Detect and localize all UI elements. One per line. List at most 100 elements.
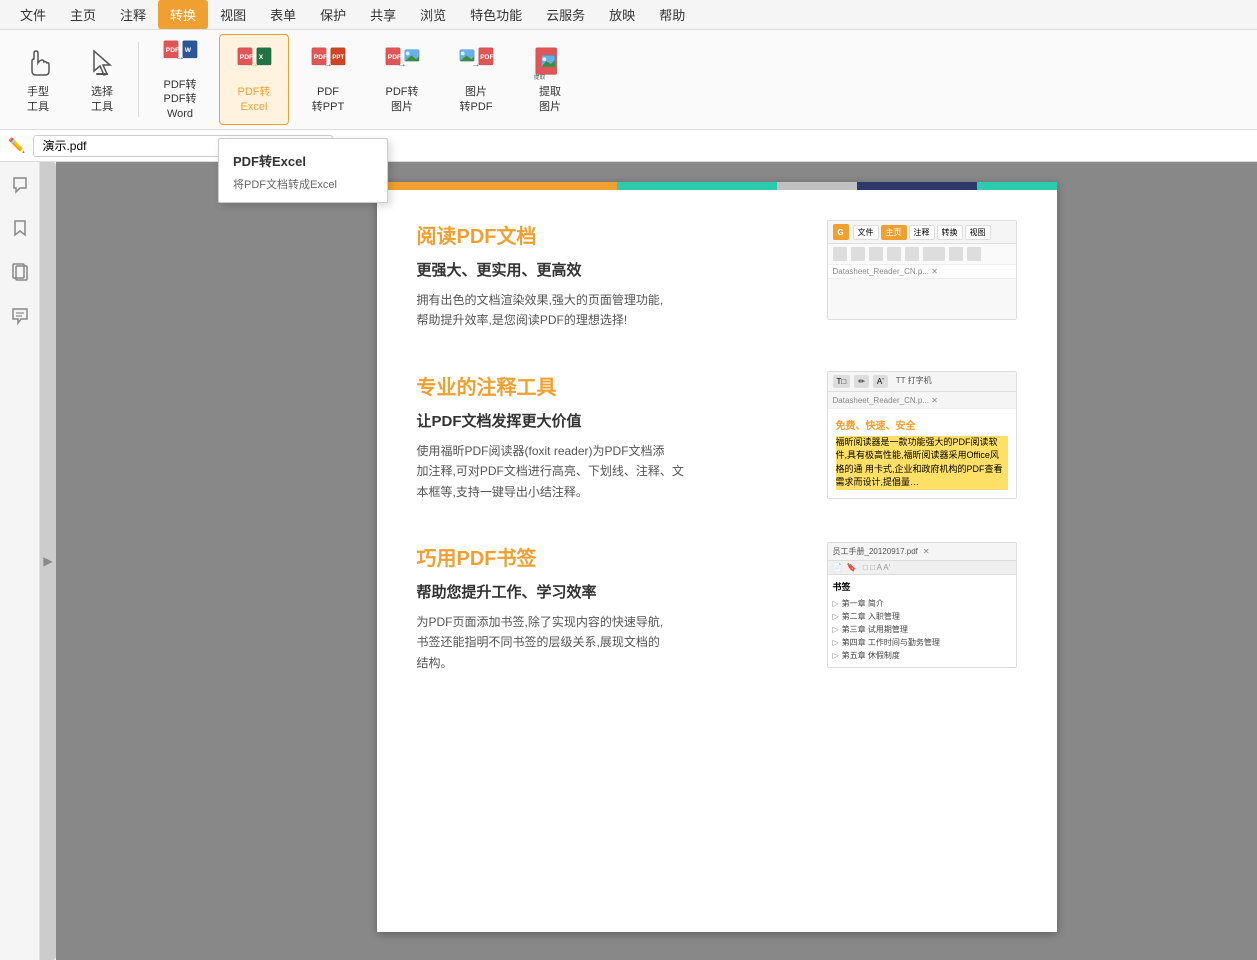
pdf-to-excel-label: PDF转 Excel <box>238 85 271 114</box>
mock-toolbar <box>828 244 1016 265</box>
sidebar-comment-icon[interactable] <box>6 302 34 330</box>
menu-features[interactable]: 特色功能 <box>458 0 534 29</box>
pdf-to-image-label: PDF转 图片 <box>386 85 419 114</box>
bm-label: 书签 <box>833 580 1011 593</box>
mock-tab-file: 文件 <box>853 225 879 240</box>
pdf-to-image-icon: PDF → <box>384 45 420 81</box>
menu-file[interactable]: 文件 <box>8 0 58 29</box>
pdf-section1-text: 阅读PDF文档 更强大、更实用、更高效 拥有出色的文档渲染效果,强大的页面管理功… <box>417 220 797 331</box>
chevron-right-icon: ▶ <box>43 554 52 568</box>
pdf-section-annotate: 专业的注释工具 让PDF文档发挥更大价值 使用福昕PDF阅读器(foxit re… <box>417 371 1017 502</box>
menu-share[interactable]: 共享 <box>358 0 408 29</box>
pdf-section-read: 阅读PDF文档 更强大、更实用、更高效 拥有出色的文档渲染效果,强大的页面管理功… <box>417 220 1017 331</box>
pdf-to-word-button[interactable]: PDF → W PDF转 PDF转 Word <box>145 34 215 125</box>
bm-row-4: ▷ 第四章 工作时间与勤务管理 <box>833 636 1011 649</box>
mock-logo: G <box>833 224 849 240</box>
bm-close: ✕ <box>923 547 930 556</box>
menu-protect[interactable]: 保护 <box>308 0 358 29</box>
menu-help[interactable]: 帮助 <box>647 0 697 29</box>
mock-bookmark-body: 书签 ▷ 第一章 简介 ▷ 第二章 入职管理 ▷ 第三 <box>828 575 1016 667</box>
extract-image-button[interactable]: 提取 提取 图片 <box>515 34 585 125</box>
color-bar-teal <box>617 182 777 190</box>
mock-select-icon <box>851 247 865 261</box>
mock-ui-tabs: 文件 主页 注释 转换 视图 <box>853 225 991 240</box>
pencil-icon: ✏️ <box>8 137 25 154</box>
section3-subtitle: 帮助您提升工作、学习效率 <box>417 581 797 602</box>
extract-image-icon: 提取 <box>532 45 568 81</box>
annot-label: 免费、快速、安全 <box>836 417 1008 432</box>
annot-filename: Datasheet_Reader_CN.p... ✕ <box>833 396 938 405</box>
dropdown-title: PDF转Excel <box>219 147 387 174</box>
bm-arrow-1: ▷ <box>833 599 839 608</box>
color-bar-orange <box>377 182 617 190</box>
sidebar-annotate-icon[interactable] <box>6 170 34 198</box>
dropdown-desc: 将PDF文档转成Excel <box>219 174 387 194</box>
bm-tool-icons: □ □ A A' <box>863 563 890 572</box>
pdf-section3-text: 巧用PDF书签 帮助您提升工作、学习效率 为PDF页面添加书签,除了实现内容的快… <box>417 542 797 673</box>
mock-tab-annotate: 注释 <box>909 225 935 240</box>
section1-subtitle: 更强大、更实用、更高效 <box>417 259 797 280</box>
select-icon <box>84 45 120 81</box>
hand-tool-label: 手型 工具 <box>27 85 49 114</box>
image-to-pdf-icon: → PDF <box>458 45 494 81</box>
section1-title: 阅读PDF文档 <box>417 220 797 249</box>
pdf-to-word-icon: PDF → W <box>162 38 198 74</box>
pdf-main-content: 阅读PDF文档 更强大、更实用、更高效 拥有出色的文档渲染效果,强大的页面管理功… <box>377 190 1057 743</box>
mock-tab-filename: Datasheet_Reader_CN.p... ✕ <box>828 265 1016 279</box>
pdf-to-image-button[interactable]: PDF → PDF转 图片 <box>367 34 437 125</box>
select-tool-button[interactable]: 选择 工具 <box>72 34 132 125</box>
pdf-to-ppt-button[interactable]: PDF → PPT PDF 转PPT <box>293 34 363 125</box>
menu-convert[interactable]: 转换 <box>158 0 208 29</box>
hand-tool-button[interactable]: 手型 工具 <box>8 34 68 125</box>
section2-subtitle: 让PDF文档发挥更大价值 <box>417 410 797 431</box>
sidebar-bookmark-icon[interactable] <box>6 214 34 242</box>
mock-ui-reader: G 文件 主页 注释 转换 视图 <box>827 220 1017 320</box>
mock-icon-row-1 <box>833 247 981 261</box>
image-to-pdf-label: 图片 转PDF <box>460 85 493 114</box>
mock-extra-icon <box>905 247 919 261</box>
menu-slideshow[interactable]: 放映 <box>597 0 647 29</box>
menu-form[interactable]: 表单 <box>258 0 308 29</box>
mock-copy-icon <box>869 247 883 261</box>
bm-tool-icon-1: 📄 <box>833 563 843 572</box>
mock-ui-header: G 文件 主页 注释 转换 视图 <box>828 221 1016 244</box>
menu-cloud[interactable]: 云服务 <box>534 0 597 29</box>
image-to-pdf-button[interactable]: → PDF 图片 转PDF <box>441 34 511 125</box>
bm-tool-icon-2: 🔖 <box>847 563 857 572</box>
annot-highlight-text: 福昕阅读器是一款功能强大的PDF阅读软件,具有极高性能,福昕阅读器采用Offic… <box>836 436 1008 490</box>
svg-text:W: W <box>185 47 192 54</box>
pdf-color-bar <box>377 182 1057 190</box>
bm-item-5: 第五章 休假制度 <box>842 650 900 661</box>
color-bar-gray <box>777 182 857 190</box>
select-tool-label: 选择 工具 <box>91 85 113 114</box>
bm-arrow-3: ▷ <box>833 625 839 634</box>
mock-annot-body: 免费、快速、安全 福昕阅读器是一款功能强大的PDF阅读软件,具有极高性能,福昕阅… <box>828 409 1016 498</box>
pdf-content-area: 阅读PDF文档 更强大、更实用、更高效 拥有出色的文档渲染效果,强大的页面管理功… <box>56 162 1257 960</box>
mock-wide-icon <box>923 247 945 261</box>
bm-item-1: 第一章 简介 <box>842 598 884 609</box>
color-bar-teal2 <box>977 182 1057 190</box>
mock-body <box>828 279 1016 319</box>
collapse-panel-button[interactable]: ▶ <box>40 162 56 960</box>
annot-btn-2: ✏ <box>854 375 869 388</box>
bm-item-3: 第三章 试用期管理 <box>842 624 908 635</box>
mock-annotation-ui: T□ ✏ A' TT 打字机 Datasheet_Reader_CN.p... … <box>827 371 1017 499</box>
section3-title: 巧用PDF书签 <box>417 542 797 571</box>
bm-row-5: ▷ 第五章 休假制度 <box>833 649 1011 662</box>
dropdown-tooltip: PDF转Excel 将PDF文档转成Excel <box>218 138 388 203</box>
svg-text:PDF: PDF <box>480 54 493 61</box>
bm-arrow-5: ▷ <box>833 651 839 660</box>
svg-text:PPT: PPT <box>332 54 344 61</box>
sidebar-pages-icon[interactable] <box>6 258 34 286</box>
bm-row-3: ▷ 第三章 试用期管理 <box>833 623 1011 636</box>
mock-hand-icon <box>833 247 847 261</box>
bm-row-2: ▷ 第二章 入职管理 <box>833 610 1011 623</box>
menu-view[interactable]: 视图 <box>208 0 258 29</box>
menu-home[interactable]: 主页 <box>58 0 108 29</box>
menu-annotate[interactable]: 注释 <box>108 0 158 29</box>
pdf-page: 阅读PDF文档 更强大、更实用、更高效 拥有出色的文档渲染效果,强大的页面管理功… <box>377 182 1057 932</box>
mock-annot-header: T□ ✏ A' TT 打字机 <box>828 372 1016 392</box>
left-sidebar <box>0 162 40 960</box>
menu-browse[interactable]: 浏览 <box>408 0 458 29</box>
pdf-to-excel-button[interactable]: PDF → X PDF转 Excel <box>219 34 289 125</box>
